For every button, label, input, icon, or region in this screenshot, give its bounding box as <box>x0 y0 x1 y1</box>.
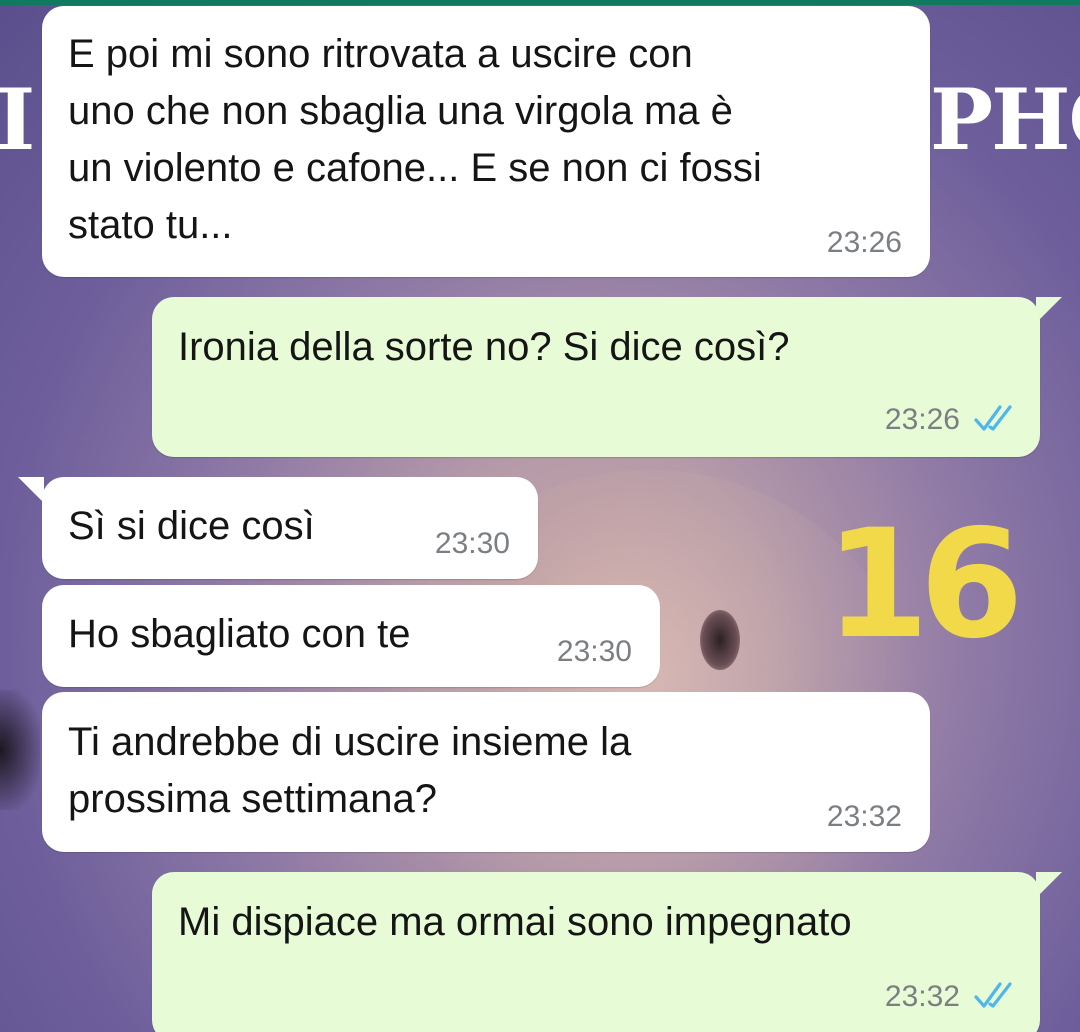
message-text: Ho sbagliato con te <box>68 612 411 656</box>
message-time: 23:32 <box>884 980 960 1013</box>
message-time: 23:30 <box>434 527 510 560</box>
bubble-tail <box>18 477 44 503</box>
double-check-read-icon <box>974 405 1012 431</box>
message-text: Ironia della sorte no? Si dice così? <box>178 325 790 369</box>
message-text: Sì si dice così <box>68 504 315 548</box>
wallpaper-photo-shadow <box>0 690 40 810</box>
message-bubble-incoming[interactable]: Ti andrebbe di uscire insieme la prossim… <box>42 692 930 852</box>
top-accent-bar <box>0 0 1080 5</box>
wallpaper-letters-right: PHC <box>930 70 1080 169</box>
message-time: 23:26 <box>826 226 902 259</box>
wallpaper-photo-ear <box>700 610 740 670</box>
handwritten-annotation: 16 <box>825 498 1024 672</box>
wallpaper-letter-left: I <box>0 70 36 169</box>
message-bubble-outgoing[interactable]: Mi dispiace ma ormai sono impegnato 23:3… <box>152 872 1040 1032</box>
double-check-read-icon <box>974 982 1012 1008</box>
message-bubble-incoming[interactable]: Sì si dice così 23:30 <box>42 477 538 579</box>
message-bubble-incoming[interactable]: Ho sbagliato con te 23:30 <box>42 585 660 687</box>
message-time: 23:30 <box>556 635 632 668</box>
message-bubble-incoming[interactable]: E poi mi sono ritrovata a uscire con uno… <box>42 6 930 277</box>
message-time: 23:26 <box>884 403 960 436</box>
message-time: 23:32 <box>826 800 902 833</box>
message-text: Ti andrebbe di uscire insieme la prossim… <box>68 720 632 821</box>
message-bubble-outgoing[interactable]: Ironia della sorte no? Si dice così? 23:… <box>152 297 1040 457</box>
message-text: E poi mi sono ritrovata a uscire con uno… <box>68 32 762 247</box>
message-text: Mi dispiace ma ormai sono impegnato <box>178 900 852 944</box>
